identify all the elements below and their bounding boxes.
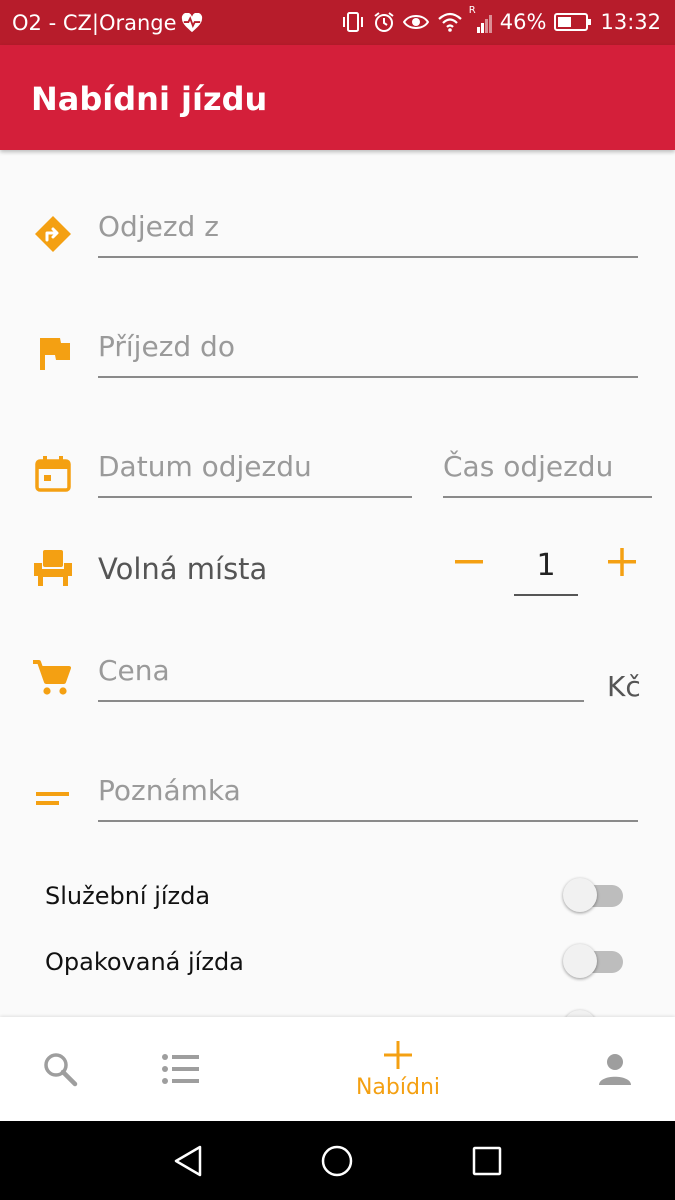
seats-count[interactable]: 1: [514, 548, 578, 596]
calendar-icon: [35, 456, 71, 492]
third-option-switch[interactable]: [563, 1006, 625, 1017]
price-field[interactable]: [98, 648, 584, 702]
currency-label: Kč: [607, 670, 641, 703]
eye-icon: [402, 15, 429, 29]
switch-knob: [563, 878, 597, 912]
increase-seats-button[interactable]: [600, 540, 644, 584]
plus-icon: [384, 1040, 412, 1069]
price-input[interactable]: [98, 654, 584, 687]
heart-pulse-icon: [181, 13, 202, 33]
nav-list[interactable]: [150, 1017, 210, 1121]
roaming-indicator: R: [468, 5, 476, 16]
offer-ride-form: Volná místa 1 Kč Služební jízda Opakovan…: [0, 150, 675, 1017]
recurring-trip-label: Opakovaná jízda: [45, 948, 244, 976]
note-field[interactable]: [98, 768, 638, 822]
clock-time: 13:32: [600, 10, 661, 34]
back-icon[interactable]: [170, 1143, 206, 1179]
departure-input[interactable]: [98, 210, 638, 243]
departure-time-field[interactable]: [443, 444, 652, 498]
arrival-input[interactable]: [98, 330, 638, 363]
wifi-icon: [438, 12, 462, 32]
system-navigation-bar: [0, 1121, 675, 1200]
departure-field[interactable]: [98, 204, 638, 258]
alarm-icon: [374, 12, 394, 32]
nav-offer[interactable]: Nabídni: [338, 1017, 458, 1121]
recurring-trip-switch[interactable]: [563, 940, 625, 980]
carrier-name: O2 - CZ|Orange: [12, 11, 177, 35]
seat-icon: [34, 550, 72, 586]
search-icon: [44, 1053, 78, 1087]
note-input[interactable]: [98, 774, 638, 807]
departure-time-input[interactable]: [443, 450, 652, 483]
status-icons: R 46% 13:32: [341, 5, 661, 34]
notes-icon: [36, 792, 69, 805]
list-icon: [162, 1054, 199, 1084]
flag-icon: [40, 338, 70, 370]
carrier-info: O2 - CZ|Orange: [12, 11, 203, 35]
bottom-navigation: Nabídni: [0, 1017, 675, 1121]
person-icon: [599, 1054, 631, 1085]
cart-icon: [33, 660, 71, 695]
switch-knob: [563, 1010, 597, 1017]
free-seats-label: Volná místa: [98, 552, 268, 586]
page-title: Nabídni jízdu: [31, 80, 268, 118]
nav-profile[interactable]: [585, 1017, 645, 1121]
vibrate-icon: [342, 12, 363, 32]
signal-icon: R: [469, 5, 492, 33]
departure-date-field[interactable]: [98, 444, 412, 498]
business-trip-switch[interactable]: [563, 874, 625, 914]
decrease-seats-button[interactable]: [447, 540, 491, 584]
nav-offer-label: Nabídni: [355, 1074, 441, 1100]
recents-icon[interactable]: [469, 1143, 505, 1179]
business-trip-label: Služební jízda: [45, 882, 211, 910]
status-bar: O2 - CZ|Orange R 46% 13:32: [0, 0, 675, 45]
battery-icon: [554, 13, 592, 31]
battery-percent: 46%: [499, 10, 547, 34]
departure-date-input[interactable]: [98, 450, 412, 483]
app-bar: Nabídni jízdu: [0, 45, 675, 150]
switch-knob: [563, 944, 597, 978]
directions-icon: [35, 216, 71, 252]
arrival-field[interactable]: [98, 324, 638, 378]
nav-search[interactable]: [30, 1017, 90, 1121]
home-icon[interactable]: [319, 1143, 355, 1179]
